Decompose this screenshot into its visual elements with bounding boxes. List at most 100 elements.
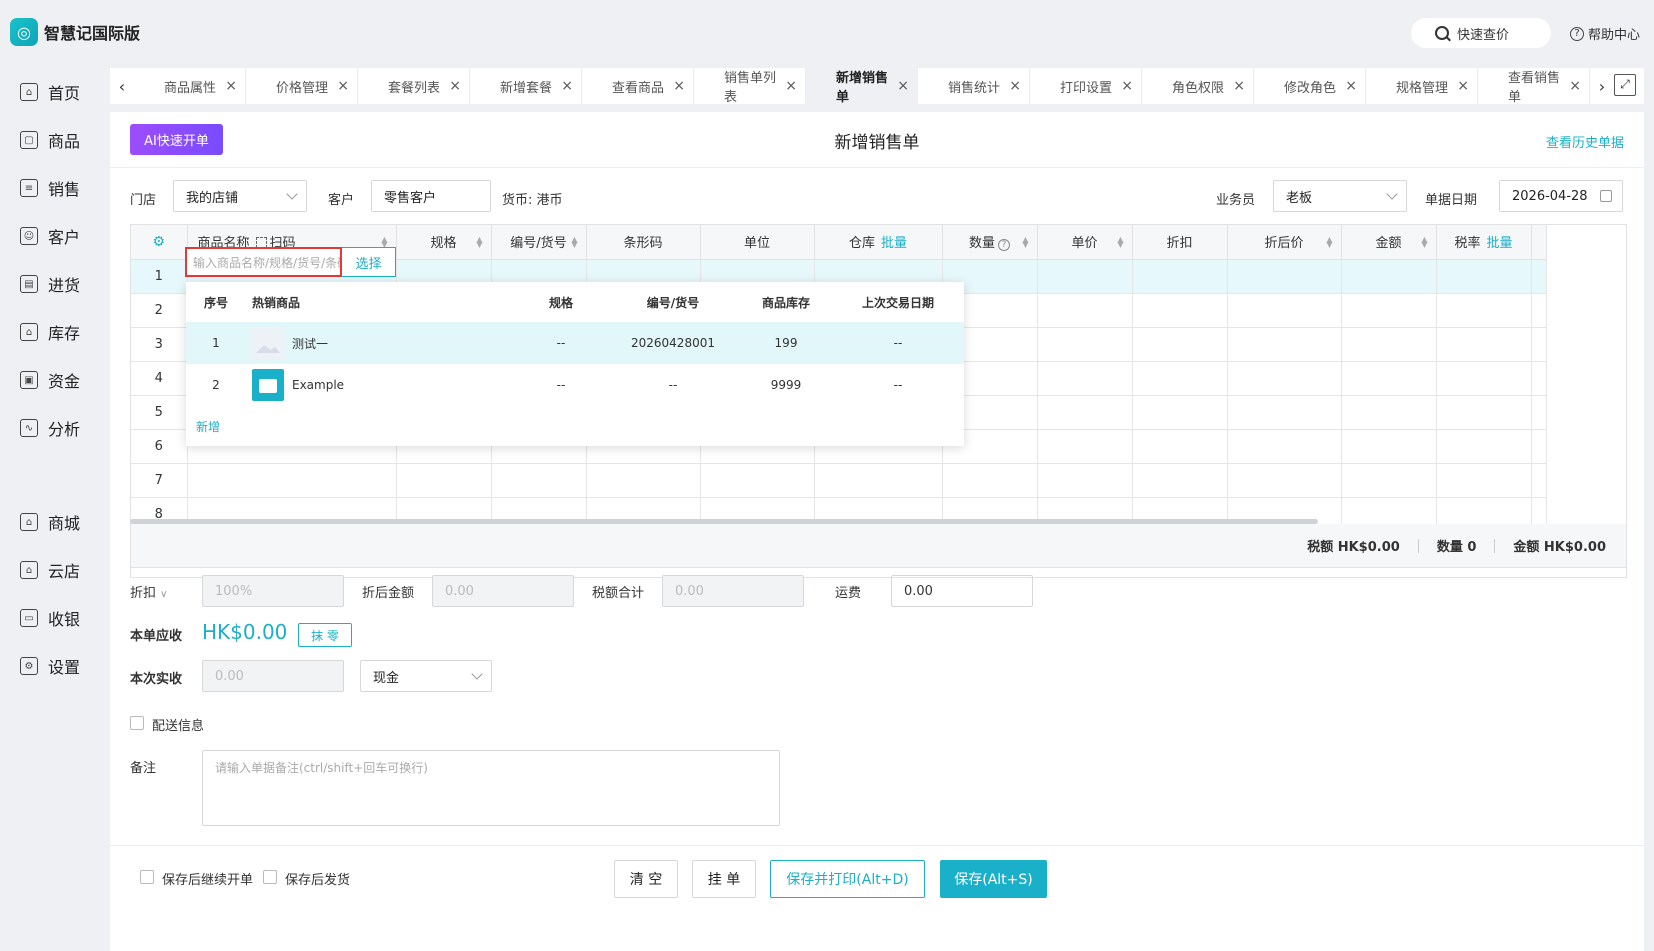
table-cell[interactable]	[1037, 361, 1133, 396]
table-cell[interactable]	[1341, 327, 1437, 362]
tab-2[interactable]: 套餐列表 ×	[358, 68, 470, 104]
sort-icon[interactable]: ▲ ▼	[476, 236, 482, 249]
col-spec[interactable]: 规格 ▲ ▼	[396, 225, 492, 260]
sidebar-item-home[interactable]: ⌂ 首页	[0, 68, 110, 116]
fullscreen-icon[interactable]: ⤢	[1614, 74, 1636, 96]
table-cell[interactable]	[942, 463, 1038, 498]
close-icon[interactable]: ×	[561, 78, 573, 94]
tab-4[interactable]: 查看商品 ×	[582, 68, 694, 104]
col-price[interactable]: 单价 ▲ ▼	[1037, 225, 1133, 260]
tab-0[interactable]: 商品属性 ×	[134, 68, 246, 104]
close-icon[interactable]: ×	[1345, 78, 1357, 94]
sidebar-item-mall[interactable]: ⌂ 商城	[0, 498, 110, 546]
discount-dropdown[interactable]: 折扣 ∨	[130, 582, 167, 601]
sort-icon[interactable]: ▲ ▼	[1421, 236, 1427, 249]
sort-icon[interactable]: ▲ ▼	[1022, 236, 1028, 249]
table-cell[interactable]	[1132, 259, 1228, 294]
sidebar-item-gear[interactable]: ⚙ 设置	[0, 642, 110, 690]
table-cell[interactable]	[1037, 395, 1133, 430]
wipe-change-button[interactable]: 抹 零	[298, 623, 352, 647]
clear-button[interactable]: 清 空	[614, 860, 678, 898]
table-cell[interactable]	[1132, 429, 1228, 464]
table-cell[interactable]	[1436, 327, 1532, 362]
table-cell[interactable]	[1132, 327, 1228, 362]
ship-after-save-checkbox[interactable]	[263, 870, 277, 884]
table-cell[interactable]	[1037, 259, 1133, 294]
help-center-link[interactable]: ? 帮助中心	[1570, 24, 1640, 43]
sidebar-item-store[interactable]: ⌂ 云店	[0, 546, 110, 594]
sidebar-item-wallet[interactable]: ▣ 资金	[0, 356, 110, 404]
remark-textarea[interactable]: 请输入单据备注(ctrl/shift+回车可换行)	[202, 750, 780, 826]
table-cell[interactable]	[491, 463, 587, 498]
table-cell[interactable]	[1341, 259, 1437, 294]
table-cell[interactable]	[1341, 463, 1437, 498]
sidebar-item-user[interactable]: ☺ 客户	[0, 212, 110, 260]
col-quantity[interactable]: 数量? ▲ ▼	[942, 225, 1038, 260]
table-cell[interactable]	[1132, 361, 1228, 396]
table-cell[interactable]	[1531, 293, 1547, 328]
tab-9[interactable]: 角色权限 ×	[1142, 68, 1254, 104]
table-cell[interactable]	[1531, 463, 1547, 498]
add-product-link[interactable]: 新增	[186, 406, 964, 446]
table-cell[interactable]	[1227, 361, 1342, 396]
close-icon[interactable]: ×	[1457, 78, 1469, 94]
table-cell[interactable]	[1227, 395, 1342, 430]
sidebar-item-book[interactable]: ▤ 进货	[0, 260, 110, 308]
col-code[interactable]: 编号/货号 ▲ ▼	[491, 225, 587, 260]
col-amount[interactable]: 金额 ▲ ▼	[1341, 225, 1437, 260]
table-cell[interactable]	[1531, 395, 1547, 430]
tab-10[interactable]: 修改角色 ×	[1254, 68, 1366, 104]
product-search-input[interactable]: 输入商品名称/规格/货号/条码	[185, 247, 342, 277]
table-cell[interactable]	[1227, 429, 1342, 464]
table-cell[interactable]	[1341, 361, 1437, 396]
payment-method-select[interactable]: 现金	[360, 660, 492, 692]
tab-12[interactable]: 查看销售单 ×	[1478, 68, 1590, 104]
tab-5[interactable]: 销售单列表 ×	[694, 68, 806, 104]
table-cell[interactable]	[1132, 395, 1228, 430]
tab-1[interactable]: 价格管理 ×	[246, 68, 358, 104]
quick-price-button[interactable]: 快速查价	[1411, 18, 1551, 48]
hang-order-button[interactable]: 挂 单	[692, 860, 756, 898]
table-cell[interactable]	[396, 463, 492, 498]
sidebar-item-chart[interactable]: ∿ 分析	[0, 404, 110, 452]
choose-product-button[interactable]: 选择	[342, 247, 396, 277]
close-icon[interactable]: ×	[673, 78, 685, 94]
save-and-print-button[interactable]: 保存并打印(Alt+D)	[770, 860, 925, 898]
tab-scroll-left-icon[interactable]: ‹	[110, 77, 134, 96]
received-input[interactable]: 0.00	[202, 660, 344, 692]
table-cell[interactable]	[1531, 259, 1547, 294]
table-cell[interactable]	[187, 463, 397, 498]
table-cell[interactable]	[1037, 293, 1133, 328]
table-cell[interactable]	[814, 463, 943, 498]
close-icon[interactable]: ×	[1569, 78, 1581, 94]
table-cell[interactable]	[1037, 429, 1133, 464]
question-icon[interactable]: ?	[998, 239, 1010, 252]
close-icon[interactable]: ×	[785, 78, 797, 94]
table-cell[interactable]	[1227, 259, 1342, 294]
sort-icon[interactable]: ▲ ▼	[571, 236, 577, 249]
table-cell[interactable]	[1341, 429, 1437, 464]
table-cell[interactable]	[1531, 429, 1547, 464]
table-cell[interactable]	[1132, 463, 1228, 498]
sidebar-item-box[interactable]: ▢ 商品	[0, 116, 110, 164]
table-cell[interactable]	[1531, 361, 1547, 396]
table-cell[interactable]	[700, 463, 815, 498]
table-cell[interactable]	[1227, 293, 1342, 328]
close-icon[interactable]: ×	[1009, 78, 1021, 94]
sort-icon[interactable]: ▲ ▼	[381, 236, 387, 249]
dropdown-item[interactable]: 2 Example -- -- 9999 --	[186, 364, 964, 406]
app-logo[interactable]: ◎ 智慧记国际版	[10, 18, 140, 46]
table-cell[interactable]	[1341, 293, 1437, 328]
customer-input[interactable]: 零售客户	[371, 180, 491, 212]
table-cell[interactable]	[1227, 327, 1342, 362]
tab-7[interactable]: 销售统计 ×	[918, 68, 1030, 104]
table-cell[interactable]	[1436, 463, 1532, 498]
store-select[interactable]: 我的店铺	[173, 180, 307, 212]
sidebar-item-receipt[interactable]: ≡ 销售	[0, 164, 110, 212]
tab-3[interactable]: 新增套餐 ×	[470, 68, 582, 104]
close-icon[interactable]: ×	[897, 78, 909, 94]
tab-8[interactable]: 打印设置 ×	[1030, 68, 1142, 104]
tax-batch-link[interactable]: 批量	[1487, 236, 1513, 251]
table-cell[interactable]	[1436, 361, 1532, 396]
delivery-checkbox[interactable]	[130, 716, 144, 730]
